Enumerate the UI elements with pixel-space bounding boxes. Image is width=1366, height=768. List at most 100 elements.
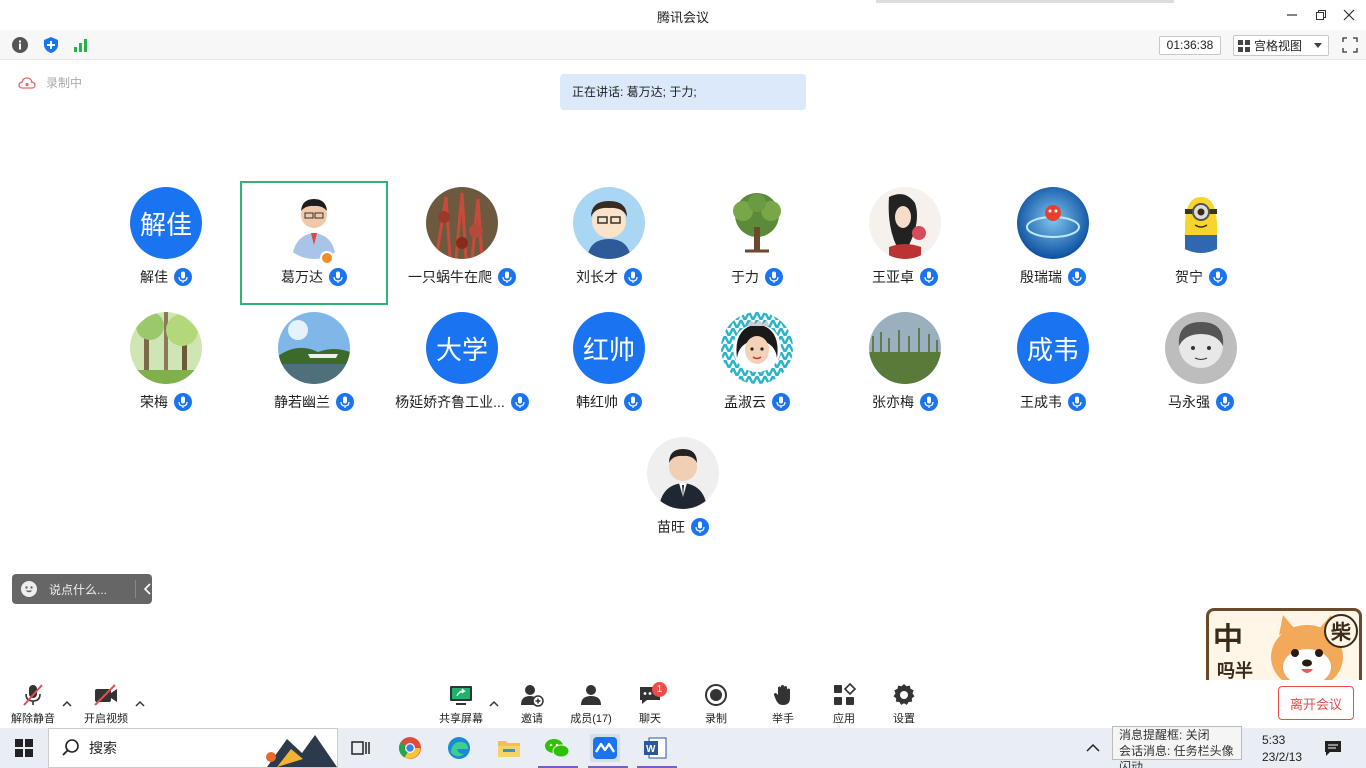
word-app[interactable]: W xyxy=(640,734,670,762)
invite-button[interactable]: 邀请 xyxy=(500,682,564,726)
participant-name-row: 王亚卓 xyxy=(831,267,979,287)
security-shield-icon[interactable] xyxy=(42,36,60,54)
participant-tile[interactable]: 殷瑞瑞 xyxy=(979,181,1127,305)
apps-button[interactable]: 应用 xyxy=(812,682,876,726)
participant-name-row: 静若幽兰 xyxy=(240,392,388,412)
clock-time: 5:33 xyxy=(1262,733,1286,747)
network-signal-icon[interactable] xyxy=(72,36,90,54)
file-explorer-app[interactable] xyxy=(494,734,524,762)
close-button[interactable] xyxy=(1338,4,1360,26)
emoji-icon[interactable] xyxy=(21,581,37,597)
share-options-caret-icon[interactable] xyxy=(489,700,499,708)
gear-icon xyxy=(891,682,917,707)
tray-expand-button[interactable] xyxy=(1078,734,1108,762)
avatar: 成韦 xyxy=(1017,312,1089,384)
mic-icon xyxy=(1068,393,1086,411)
participant-tile[interactable]: 荣梅 xyxy=(92,306,240,430)
restore-button[interactable] xyxy=(1310,4,1332,26)
settings-button[interactable]: 设置 xyxy=(872,682,936,726)
chevron-down-icon xyxy=(1314,43,1322,48)
mic-icon xyxy=(174,268,192,286)
chat-placeholder[interactable]: 说点什么... xyxy=(49,581,107,598)
share-screen-button[interactable]: 共享屏幕 xyxy=(429,682,493,726)
minimize-button[interactable] xyxy=(1281,4,1303,26)
avatar xyxy=(426,187,498,259)
participant-tile[interactable]: 解佳 解佳 xyxy=(92,181,240,305)
minimize-icon xyxy=(1287,14,1297,16)
unmute-button[interactable]: 解除静音 xyxy=(1,682,65,726)
mic-icon xyxy=(1068,268,1086,286)
chat-button[interactable]: 聊天 1 xyxy=(618,682,682,726)
info-icon[interactable] xyxy=(11,36,29,54)
leave-meeting-button[interactable]: 离开会议 xyxy=(1278,686,1354,720)
participant-tile[interactable]: 刘长才 xyxy=(535,181,683,305)
unmute-label: 解除静音 xyxy=(11,713,55,725)
wechat-app[interactable] xyxy=(542,734,572,762)
divider xyxy=(135,580,136,598)
video-options-caret-icon[interactable] xyxy=(135,700,145,708)
mic-icon xyxy=(1216,393,1234,411)
task-view-button[interactable] xyxy=(346,734,376,762)
members-button[interactable]: 成员(17) xyxy=(559,682,623,726)
participant-tile[interactable]: 张亦梅 xyxy=(831,306,979,430)
participant-tile[interactable]: 孟淑云 xyxy=(683,306,831,430)
camera-off-icon xyxy=(93,682,119,707)
settings-label: 设置 xyxy=(893,713,915,725)
windows-start-button[interactable] xyxy=(9,734,39,762)
participant-tile[interactable]: 成韦 王成韦 xyxy=(979,306,1127,430)
view-mode-dropdown[interactable]: 宫格视图 xyxy=(1233,35,1329,56)
tencent-meeting-app[interactable] xyxy=(590,734,620,762)
recording-indicator[interactable]: 录制中 xyxy=(18,74,82,91)
start-video-button[interactable]: 开启视频 xyxy=(74,682,138,726)
participant-tile[interactable]: 大学 杨延娇齐鲁工业... xyxy=(388,306,536,430)
taskbar-search-box[interactable]: 搜索 xyxy=(48,728,338,768)
participant-tile[interactable]: 贺宁 xyxy=(1127,181,1275,305)
collapse-chevron-icon[interactable] xyxy=(143,583,153,595)
notification-center-button[interactable] xyxy=(1318,734,1348,762)
participant-name-row: 韩红帅 xyxy=(535,392,683,412)
tray-note-line2: 会话消息: 任务栏头像闪动 xyxy=(1119,744,1234,768)
avatar xyxy=(869,312,941,384)
participant-name-row: 贺宁 xyxy=(1127,267,1275,287)
wechat-icon xyxy=(545,739,570,758)
avatar xyxy=(1165,312,1237,384)
participant-tile[interactable]: 王亚卓 xyxy=(831,181,979,305)
raise-hand-button[interactable]: 举手 xyxy=(751,682,815,726)
mic-icon xyxy=(498,268,516,286)
fullscreen-icon xyxy=(1342,37,1358,53)
participant-tile[interactable]: 苗旺 xyxy=(609,431,757,555)
edge-app[interactable] xyxy=(444,734,474,762)
taskbar-clock[interactable]: 5:33 23/2/13 xyxy=(1262,732,1302,766)
chrome-app[interactable] xyxy=(395,734,425,762)
participant-tile[interactable]: 于力 xyxy=(683,181,831,305)
participant-tile[interactable]: 红帅 韩红帅 xyxy=(535,306,683,430)
mic-icon xyxy=(174,393,192,411)
participant-name: 刘长才 xyxy=(576,269,618,285)
participant-tile[interactable]: 静若幽兰 xyxy=(240,306,388,430)
participant-tile[interactable]: 马永强 xyxy=(1127,306,1275,430)
record-button[interactable]: 录制 xyxy=(684,682,748,726)
apps-grid-icon xyxy=(831,682,857,707)
meeting-window: 腾讯会议 01:36:38 宫格视图 录制中 正在讲话: 葛万达; 于力; 解佳… xyxy=(0,0,1366,768)
search-highlight-image xyxy=(266,735,337,767)
avatar xyxy=(1165,187,1237,259)
participant-name: 张亦梅 xyxy=(872,394,914,410)
clock-date: 23/2/13 xyxy=(1262,750,1303,764)
participant-name-row: 马永强 xyxy=(1127,392,1275,412)
audio-options-caret-icon[interactable] xyxy=(62,700,72,708)
participant-name: 葛万达 xyxy=(281,269,323,285)
participant-tile[interactable]: 一只蜗牛在爬 xyxy=(388,181,536,305)
mic-icon xyxy=(329,268,347,286)
participant-name-row: 刘长才 xyxy=(535,267,683,287)
raise-hand-icon xyxy=(770,682,796,707)
chat-input-box[interactable]: 说点什么... xyxy=(12,574,152,604)
tray-popup-note: 消息提醒框: 关闭 会话消息: 任务栏头像闪动 xyxy=(1112,726,1242,768)
participant-tile[interactable]: 葛万达 xyxy=(240,181,388,305)
mic-icon xyxy=(920,393,938,411)
close-icon xyxy=(1343,9,1355,21)
svg-text:吗半: 吗半 xyxy=(1217,660,1253,682)
host-badge-icon xyxy=(320,251,334,265)
fullscreen-button[interactable] xyxy=(1341,36,1359,54)
top-strip xyxy=(876,0,1174,3)
participant-name: 苗旺 xyxy=(657,519,685,535)
